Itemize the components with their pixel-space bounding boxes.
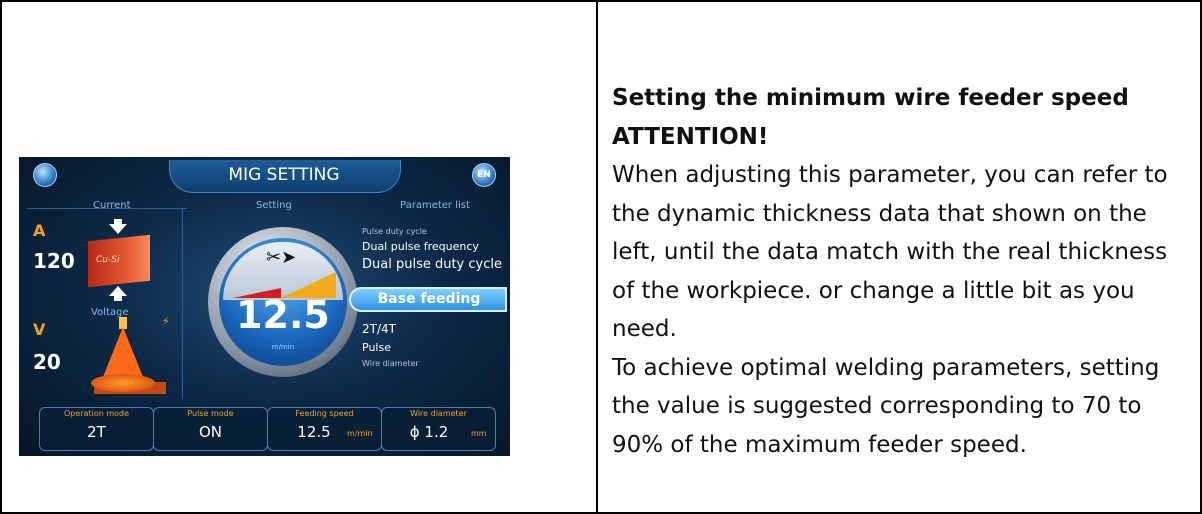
wire-diameter-label: Wire diameter <box>410 409 467 418</box>
param-item[interactable]: 2T/4T <box>362 322 396 336</box>
back-button[interactable] <box>33 163 57 187</box>
voltage-unit: V <box>33 320 46 339</box>
wire-diameter-unit: mm <box>471 429 487 438</box>
wire-diameter-value: ϕ 1.2 <box>409 423 449 441</box>
arrow-down-icon <box>109 224 127 234</box>
paragraph-1: When adjusting this parameter, you can r… <box>612 162 1168 342</box>
divider <box>182 209 183 399</box>
arrow-up-icon <box>114 296 122 301</box>
weld-pool-icon <box>91 374 155 392</box>
param-item[interactable]: Wire diameter <box>362 359 419 368</box>
section-parameter-list: Parameter list <box>400 200 470 211</box>
material-label: Cu-Si <box>96 255 120 265</box>
screen-title: MIG SETTING <box>228 165 340 185</box>
heading-attention: ATTENTION! <box>612 123 769 150</box>
pulse-mode-label: Pulse mode <box>187 409 234 418</box>
param-item[interactable]: Dual pulse duty cycle <box>362 257 502 272</box>
current-unit: A <box>33 221 46 240</box>
gauge-unit: m/min <box>271 343 295 351</box>
param-item-selected-label: Base feeding <box>377 291 481 307</box>
param-item[interactable]: Pulse <box>362 341 391 354</box>
pulse-mode-value: ON <box>198 423 223 441</box>
operation-mode-label: Operation mode <box>63 409 130 418</box>
wire-feed-icon: ✂➤ <box>266 247 297 268</box>
voltage-value[interactable]: 20 <box>33 350 61 374</box>
param-item[interactable]: Dual pulse frequency <box>362 240 479 253</box>
operation-mode-value: 2T <box>87 423 106 441</box>
mig-setting-screen: EN MIG SETTING Current Setting Parameter… <box>19 157 510 456</box>
spark-icon: ⚡ <box>162 315 170 328</box>
section-current: Current <box>93 200 131 211</box>
feeding-speed-value: 12.5 <box>297 423 331 441</box>
arrow-up-icon <box>109 286 127 296</box>
heading-line-1: Setting the minimum wire feeder speed <box>612 85 1129 111</box>
feeding-speed-unit: m/min <box>347 429 373 438</box>
paragraph-2: To achieve optimal welding parameters, s… <box>612 354 1160 458</box>
current-value[interactable]: 120 <box>33 249 75 273</box>
section-setting: Setting <box>256 200 292 211</box>
gauge-value: 12.5 <box>236 293 330 337</box>
param-item[interactable]: Pulse duty cycle <box>362 227 427 236</box>
language-button[interactable]: EN <box>472 163 496 187</box>
feeding-speed-label: Feeding speed <box>295 409 354 418</box>
description-text: Setting the minimum wire feeder speed AT… <box>612 79 1192 464</box>
